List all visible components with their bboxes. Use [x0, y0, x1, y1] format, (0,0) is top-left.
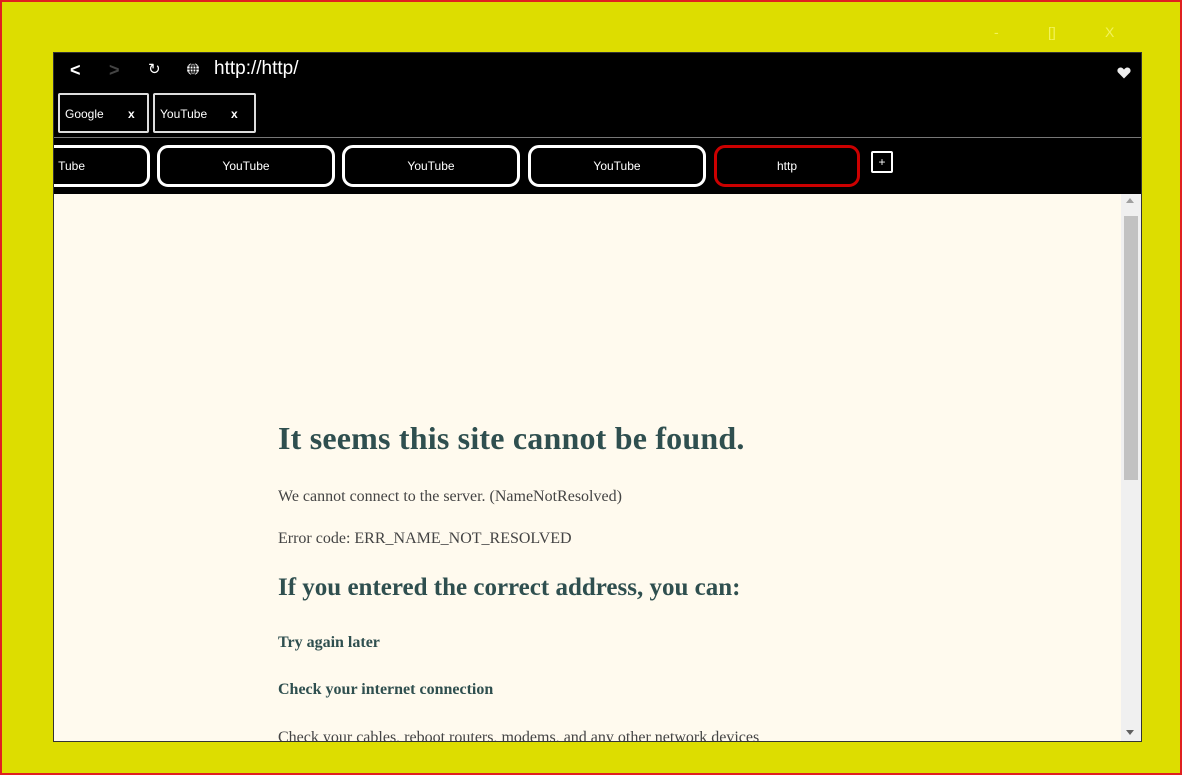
- close-tab-button[interactable]: x: [128, 107, 135, 121]
- scroll-up-arrow-icon[interactable]: [1126, 198, 1134, 203]
- tab-youtube[interactable]: YouTube: [157, 145, 335, 187]
- app-frame: - [] X < > ↻ http://http/ Google x YouTu…: [0, 0, 1182, 775]
- minimize-button[interactable]: -: [994, 24, 999, 40]
- tab-http-active[interactable]: http: [714, 145, 860, 187]
- close-window-button[interactable]: X: [1105, 24, 1114, 40]
- tab-youtube[interactable]: YouTube: [342, 145, 520, 187]
- suggestion-check-connection: Check your internet connection: [278, 681, 494, 698]
- suggestion-check-cables: Check your cables, reboot routers, modem…: [278, 729, 760, 741]
- error-message: We cannot connect to the server. (NameNo…: [278, 488, 622, 505]
- globe-icon: [186, 62, 200, 81]
- scroll-down-arrow-icon[interactable]: [1126, 730, 1134, 735]
- error-subtitle: If you entered the correct address, you …: [278, 574, 741, 601]
- navigation-bar: < > ↻ http://http/: [54, 53, 1141, 91]
- error-code: Error code: ERR_NAME_NOT_RESOLVED: [278, 530, 572, 547]
- page-content: It seems this site cannot be found. We c…: [54, 194, 1121, 741]
- tab-strip: Tube YouTube YouTube YouTube http +: [54, 145, 1141, 189]
- heart-icon[interactable]: [1117, 66, 1131, 84]
- tab-youtube-partial[interactable]: Tube: [54, 145, 150, 187]
- divider: [54, 137, 1141, 138]
- close-tab-button[interactable]: x: [231, 107, 238, 121]
- error-title: It seems this site cannot be found.: [278, 420, 745, 456]
- new-tab-button[interactable]: +: [871, 151, 893, 173]
- forward-button[interactable]: >: [109, 59, 120, 81]
- scrollbar-thumb[interactable]: [1124, 216, 1138, 480]
- vertical-scrollbar[interactable]: [1121, 194, 1141, 741]
- maximize-button[interactable]: []: [1048, 24, 1056, 40]
- small-tab-youtube[interactable]: YouTube x: [153, 93, 256, 133]
- browser-window: < > ↻ http://http/ Google x YouTube x Tu…: [53, 52, 1142, 742]
- back-button[interactable]: <: [70, 59, 81, 81]
- small-tab-label: Google: [65, 107, 104, 121]
- tab-youtube[interactable]: YouTube: [528, 145, 706, 187]
- small-tab-google[interactable]: Google x: [58, 93, 149, 133]
- refresh-button[interactable]: ↻: [148, 59, 161, 81]
- small-tab-label: YouTube: [160, 107, 208, 121]
- suggestion-try-again: Try again later: [278, 634, 380, 651]
- address-bar[interactable]: http://http/: [214, 57, 299, 81]
